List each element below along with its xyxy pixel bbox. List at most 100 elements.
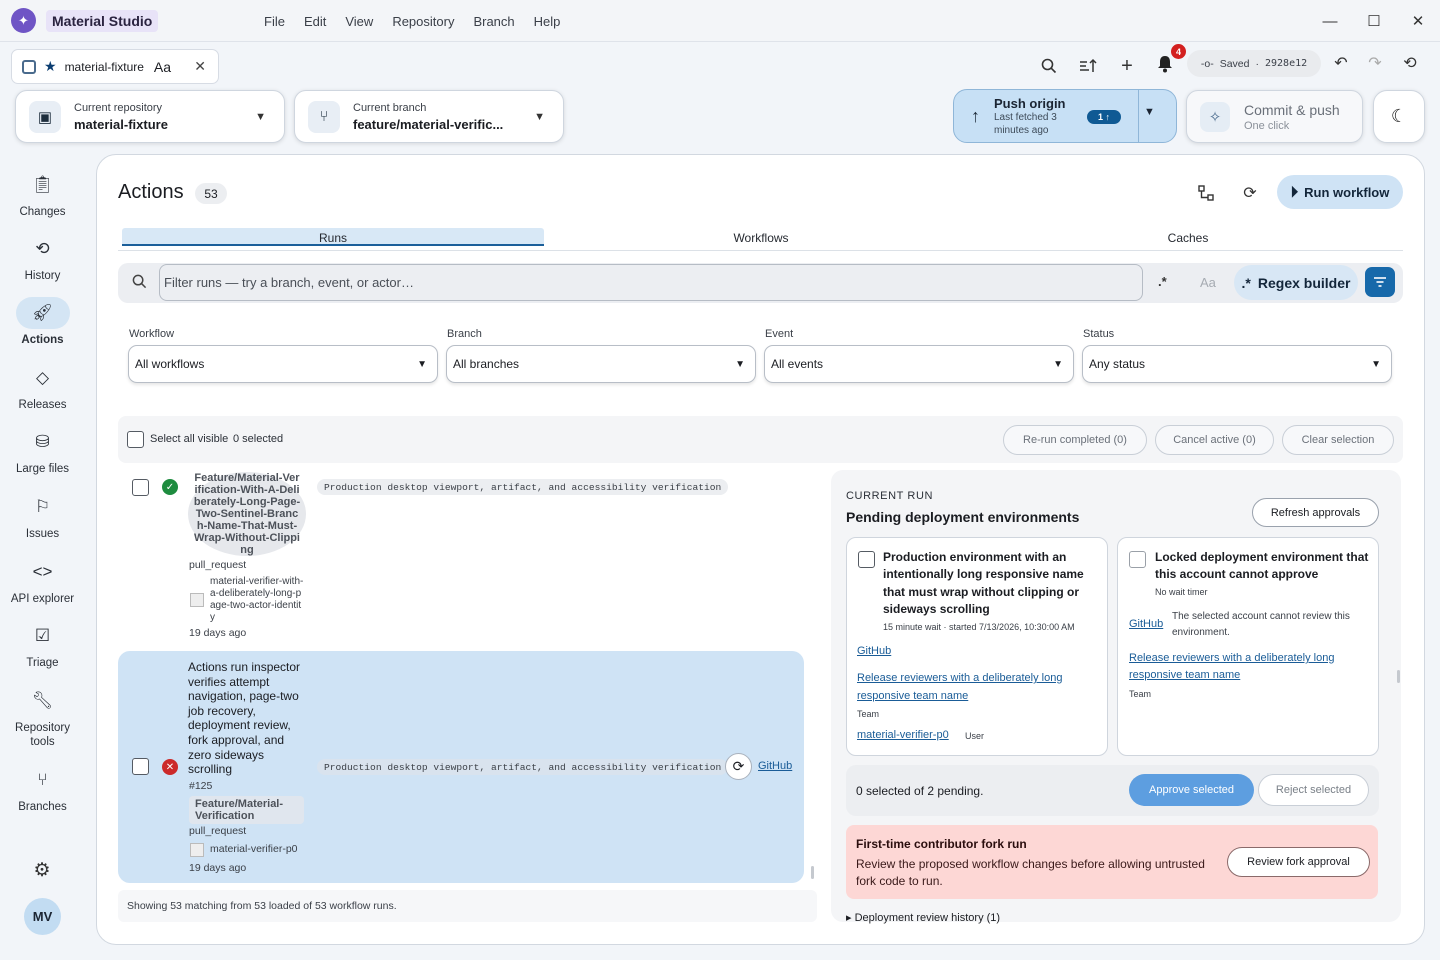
search-icon[interactable] [1034,51,1064,81]
tag-icon: ◇ [35,368,50,387]
menu-repository[interactable]: Repository [383,14,464,29]
sync-settings-icon[interactable]: ⟲ [1395,48,1425,78]
user-link[interactable]: material-verifier-p0 [857,729,949,741]
run-event: pull_request [189,825,247,837]
commit-push-button[interactable]: ✧ Commit & push One click [1186,90,1363,143]
run-title[interactable]: Actions run inspector verifies attempt n… [188,660,308,777]
tab-caches[interactable]: Caches [977,231,1399,245]
theme-toggle-moon-icon[interactable]: ☾ [1373,90,1425,143]
event-filter-select[interactable]: All events ▼ [764,345,1074,383]
fork-title: First-time contributor fork run [856,837,1027,851]
approve-selected-button[interactable]: Approve selected [1129,774,1254,806]
case-toggle[interactable]: Aa [1200,275,1216,290]
actor-avatar-icon [190,843,204,857]
menu-file[interactable]: File [255,14,295,29]
push-origin-button[interactable]: ↑ Push origin Last fetched 3 minutes ago… [953,89,1177,143]
repository-selector[interactable]: ▣ Current repository material-fixture ▼ [15,90,285,143]
branch-selector[interactable]: ⑂ Current branch feature/material-verifi… [294,90,564,143]
nav-large-files[interactable]: ⛁ Large files [0,426,85,476]
regex-toggle[interactable]: .* [1158,274,1167,289]
workflow-graph-icon[interactable] [1191,178,1221,208]
nav-api-explorer[interactable]: <> API explorer [0,556,85,606]
menu-branch[interactable]: Branch [464,14,524,29]
run-checkbox[interactable] [132,479,149,496]
environment-name: Production environment with an intention… [883,550,1084,616]
panel-scrollbar[interactable] [1397,670,1400,683]
star-icon[interactable]: ★ [44,58,57,75]
code-icon: <> [32,562,53,581]
close-window-button[interactable]: ✕ [1396,0,1440,42]
nav-branches[interactable]: ⑂ Branches [0,764,85,814]
close-tab-icon[interactable]: ✕ [194,58,206,75]
checklist-icon: ☑ [34,626,51,645]
repository-value: material-fixture [74,116,168,132]
environment-checkbox[interactable] [858,551,875,568]
github-link[interactable]: GitHub [1129,618,1163,630]
runs-footer: Showing 53 matching from 53 loaded of 53… [118,890,817,922]
repo-tab[interactable]: ★ material-fixture Aa ✕ [11,49,219,84]
rerun-icon[interactable]: ⟳ [725,753,752,780]
reject-selected-button[interactable]: Reject selected [1258,774,1369,806]
chevron-down-icon: ▼ [1371,358,1381,370]
sort-icon[interactable] [1073,51,1103,81]
run-workflow-button[interactable]: ⏵ Run workflow [1277,175,1403,209]
run-checkbox[interactable] [132,758,149,775]
workflow-filter-select[interactable]: All workflows ▼ [128,345,438,383]
tab-workflows[interactable]: Workflows [550,231,972,245]
run-branch-chip[interactable]: Feature/Material-Verification-With-A-Del… [193,472,301,556]
environment-checkbox-disabled[interactable] [1129,551,1146,568]
reviewers-link[interactable]: Release reviewers with a deliberately lo… [1129,650,1359,684]
avatar[interactable]: MV [24,898,61,935]
deployment-review-history-toggle[interactable]: ▸ Deployment review history (1) [846,911,1000,924]
nav-releases[interactable]: ◇ Releases [0,362,85,412]
run-list-scrollbar[interactable] [811,866,814,879]
add-icon[interactable]: + [1112,51,1142,81]
cancel-active-button[interactable]: Cancel active (0) [1155,425,1274,455]
run-actor: material-verifier-p0 [210,843,298,855]
reviewers-link[interactable]: Release reviewers with a deliberately lo… [857,669,1082,705]
menu-bar: File Edit View Repository Branch Help [255,0,570,42]
select-all-checkbox[interactable] [127,431,144,448]
push-options-chevron-icon[interactable]: ▼ [1144,106,1155,118]
clear-selection-button[interactable]: Clear selection [1282,425,1394,455]
minimize-button[interactable]: — [1308,0,1352,42]
environment-meta: 15 minute wait · started 7/13/2026, 10:3… [883,622,1075,632]
undo-icon[interactable]: ↶ [1326,48,1356,78]
run-branch-chip[interactable]: Feature/Material-Verification [189,796,304,824]
reviewer-type: Team [857,709,880,719]
font-toggle[interactable]: Aa [154,59,171,75]
rerun-completed-button[interactable]: Re-run completed (0) [1003,425,1147,455]
saved-label: Saved [1219,57,1250,70]
clipboard-icon: 📋︎ [31,175,54,194]
redo-icon[interactable]: ↷ [1360,48,1390,78]
review-fork-approval-button[interactable]: Review fork approval [1227,847,1370,877]
nav-repository-tools[interactable]: 🔧︎ Repository tools [0,685,85,749]
chevron-down-icon: ▼ [534,110,545,123]
menu-help[interactable]: Help [525,14,571,29]
menu-edit[interactable]: Edit [295,14,336,29]
tab-runs[interactable]: Runs [122,231,544,245]
sparkle-icon: ✦ [11,8,36,33]
status-filter-select[interactable]: Any status ▼ [1082,345,1392,383]
maximize-button[interactable]: ☐ [1352,0,1396,42]
refresh-approvals-button[interactable]: Refresh approvals [1252,498,1379,527]
filter-icon[interactable] [1365,267,1395,297]
settings-gear-icon[interactable]: ⚙ [27,855,57,885]
branch-filter-select[interactable]: All branches ▼ [446,345,756,383]
commit-title: Commit & push [1244,101,1340,118]
github-link[interactable]: GitHub [857,645,891,657]
menu-view[interactable]: View [336,14,383,29]
github-link[interactable]: GitHub [758,760,792,772]
filter-runs-input[interactable]: Filter runs — try a branch, event, or ac… [159,264,1143,301]
nav-issues[interactable]: ⚐ Issues [0,491,85,541]
sparkle-icon: ✧ [1200,101,1230,132]
nav-actions[interactable]: 🚀︎ Actions [0,297,85,347]
nav-changes[interactable]: 📋︎ Changes [0,169,85,219]
nav-history[interactable]: ⟲ History [0,233,85,283]
nav-triage[interactable]: ☑ Triage [0,620,85,670]
refresh-icon[interactable]: ⟳ [1235,178,1265,208]
run-actor: material-verifier-with-a-deliberately-lo… [210,576,304,623]
environment-name: Locked deployment environment that this … [1155,550,1369,582]
regex-builder-button[interactable]: .* Regex builder [1234,265,1358,300]
ahead-count-badge: 1 ↑ [1087,110,1121,124]
